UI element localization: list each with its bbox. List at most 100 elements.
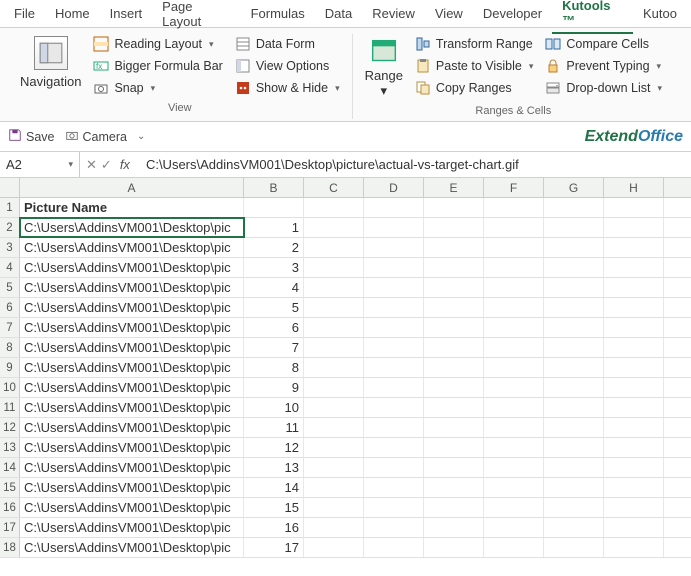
menu-data[interactable]: Data	[315, 2, 362, 25]
cell[interactable]	[364, 478, 424, 497]
cell[interactable]	[424, 458, 484, 477]
cell[interactable]	[364, 318, 424, 337]
row-header[interactable]: 16	[0, 498, 20, 517]
cell[interactable]	[544, 358, 604, 377]
cell[interactable]	[484, 378, 544, 397]
row-header[interactable]: 9	[0, 358, 20, 377]
cell[interactable]	[604, 538, 664, 557]
cell[interactable]	[364, 378, 424, 397]
cell[interactable]	[364, 538, 424, 557]
cell[interactable]: 13	[244, 458, 304, 477]
cell[interactable]	[304, 358, 364, 377]
row-header[interactable]: 15	[0, 478, 20, 497]
cell[interactable]	[244, 198, 304, 217]
cell[interactable]	[604, 298, 664, 317]
cell[interactable]: 14	[244, 478, 304, 497]
cell[interactable]	[484, 358, 544, 377]
row-header[interactable]: 17	[0, 518, 20, 537]
cell[interactable]: 11	[244, 418, 304, 437]
cell[interactable]	[424, 318, 484, 337]
formula-input[interactable]: C:\Users\AddinsVM001\Desktop\picture\act…	[140, 157, 691, 172]
cell[interactable]	[364, 218, 424, 237]
cell[interactable]: C:\Users\AddinsVM001\Desktop\pic	[20, 418, 244, 437]
menu-file[interactable]: File	[4, 2, 45, 25]
cell[interactable]	[604, 478, 664, 497]
cell[interactable]	[424, 498, 484, 517]
row-header[interactable]: 6	[0, 298, 20, 317]
prevent-typing-button[interactable]: Prevent Typing▾	[541, 56, 666, 76]
cell[interactable]: C:\Users\AddinsVM001\Desktop\pic	[20, 478, 244, 497]
cell[interactable]	[544, 258, 604, 277]
cell[interactable]	[424, 518, 484, 537]
menu-kutoo[interactable]: Kutoo	[633, 2, 687, 25]
menu-kutools[interactable]: Kutools ™	[552, 0, 633, 34]
cell[interactable]	[484, 218, 544, 237]
cell[interactable]: 12	[244, 438, 304, 457]
copy-ranges-button[interactable]: Copy Ranges	[411, 78, 537, 98]
row-header[interactable]: 1	[0, 198, 20, 217]
column-header-E[interactable]: E	[424, 178, 484, 197]
column-header-D[interactable]: D	[364, 178, 424, 197]
cell[interactable]: C:\Users\AddinsVM001\Desktop\pic	[20, 318, 244, 337]
cell[interactable]	[604, 258, 664, 277]
row-header[interactable]: 7	[0, 318, 20, 337]
range-button[interactable]: Range ▾	[359, 34, 409, 101]
row-header[interactable]: 10	[0, 378, 20, 397]
cell[interactable]: Picture Name	[20, 198, 244, 217]
transform-range-button[interactable]: Transform Range	[411, 34, 537, 54]
cell[interactable]	[604, 498, 664, 517]
cell[interactable]	[544, 518, 604, 537]
row-header[interactable]: 8	[0, 338, 20, 357]
column-header-C[interactable]: C	[304, 178, 364, 197]
cell[interactable]	[604, 238, 664, 257]
cell[interactable]: 1	[244, 218, 304, 237]
cell[interactable]	[484, 298, 544, 317]
column-header-H[interactable]: H	[604, 178, 664, 197]
cell[interactable]	[544, 418, 604, 437]
menu-formulas[interactable]: Formulas	[241, 2, 315, 25]
drop-down-list-button[interactable]: Drop-down List▾	[541, 78, 666, 98]
cell[interactable]: 2	[244, 238, 304, 257]
cell[interactable]	[424, 198, 484, 217]
cell[interactable]	[424, 398, 484, 417]
row-header[interactable]: 12	[0, 418, 20, 437]
cell[interactable]	[544, 378, 604, 397]
cell[interactable]	[604, 378, 664, 397]
cell[interactable]	[364, 238, 424, 257]
cell[interactable]: 6	[244, 318, 304, 337]
cell[interactable]	[484, 518, 544, 537]
cell[interactable]	[544, 498, 604, 517]
cell[interactable]	[604, 398, 664, 417]
cell[interactable]	[604, 358, 664, 377]
cell[interactable]	[424, 358, 484, 377]
cell[interactable]	[364, 198, 424, 217]
cell[interactable]	[424, 438, 484, 457]
cell[interactable]	[304, 478, 364, 497]
cell[interactable]: C:\Users\AddinsVM001\Desktop\pic	[20, 278, 244, 297]
accept-formula-button[interactable]: ✓	[101, 157, 112, 173]
navigation-button[interactable]: Navigation	[14, 34, 87, 91]
cell[interactable]	[484, 278, 544, 297]
cell[interactable]	[424, 218, 484, 237]
cell[interactable]: C:\Users\AddinsVM001\Desktop\pic	[20, 258, 244, 277]
cell[interactable]	[544, 198, 604, 217]
cell[interactable]	[604, 518, 664, 537]
menu-view[interactable]: View	[425, 2, 473, 25]
row-header[interactable]: 13	[0, 438, 20, 457]
cell[interactable]	[544, 318, 604, 337]
menu-developer[interactable]: Developer	[473, 2, 552, 25]
cell[interactable]	[604, 318, 664, 337]
cell[interactable]	[304, 398, 364, 417]
cell[interactable]	[544, 398, 604, 417]
cell[interactable]: C:\Users\AddinsVM001\Desktop\pic	[20, 238, 244, 257]
cell[interactable]: 15	[244, 498, 304, 517]
cell[interactable]	[424, 338, 484, 357]
cell[interactable]	[304, 378, 364, 397]
cell[interactable]	[424, 378, 484, 397]
cell[interactable]	[604, 198, 664, 217]
cell[interactable]: C:\Users\AddinsVM001\Desktop\pic	[20, 438, 244, 457]
cell[interactable]: C:\Users\AddinsVM001\Desktop\pic	[20, 358, 244, 377]
column-header-G[interactable]: G	[544, 178, 604, 197]
cell[interactable]	[304, 298, 364, 317]
cell[interactable]	[484, 478, 544, 497]
